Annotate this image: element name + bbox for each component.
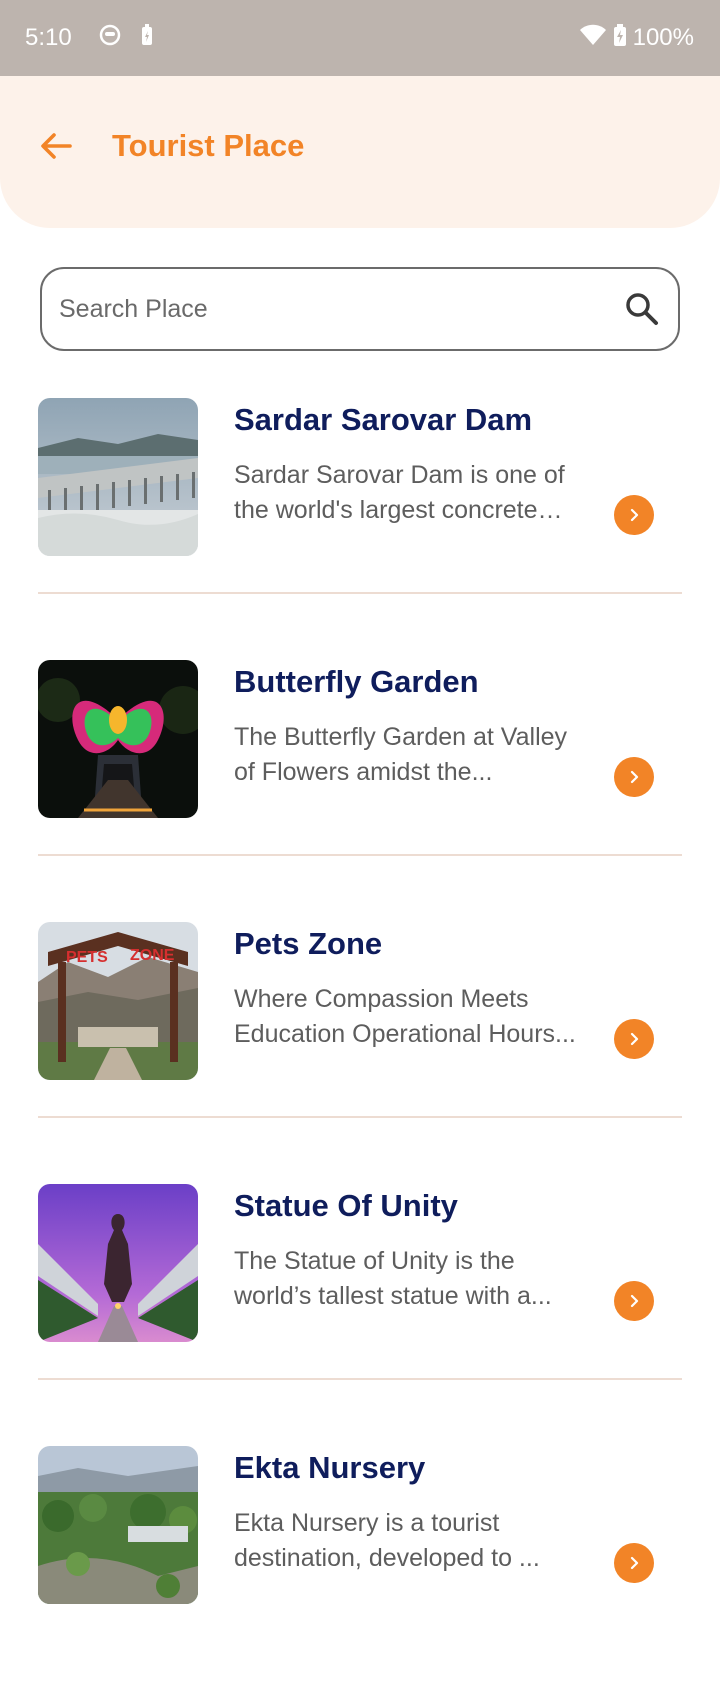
status-right: 100% xyxy=(579,23,694,54)
list-item-sardar-sarovar-dam[interactable]: Sardar Sarovar Dam Sardar Sarovar Dam is… xyxy=(38,398,682,660)
place-title: Statue Of Unity xyxy=(234,1188,458,1223)
place-title: Pets Zone xyxy=(234,926,383,961)
place-description: The Butterfly Garden at Valley of Flower… xyxy=(234,723,568,786)
chevron-right-icon xyxy=(630,770,639,784)
status-time: 5:10 xyxy=(25,24,72,51)
app-header: Tourist Place xyxy=(0,76,720,228)
page-title: Tourist Place xyxy=(112,128,305,163)
place-title: Sardar Sarovar Dam xyxy=(234,402,533,437)
divider xyxy=(38,1378,682,1380)
list-item-butterfly-garden[interactable]: Butterfly Garden The Butterfly Garden at… xyxy=(38,660,682,922)
chevron-right-icon xyxy=(630,1032,639,1046)
chevron-right-icon xyxy=(630,1294,639,1308)
list-item-ekta-nursery[interactable]: Ekta Nursery Ekta Nursery is a tourist d… xyxy=(38,1446,682,1708)
battery-saver-icon xyxy=(140,23,154,54)
wifi-icon xyxy=(579,24,607,53)
open-place-button[interactable] xyxy=(614,495,654,535)
chevron-right-icon xyxy=(630,508,639,522)
notification-app-icon xyxy=(98,23,122,54)
list-item-statue-of-unity[interactable]: Statue Of Unity The Statue of Unity is t… xyxy=(38,1184,682,1446)
search-bar xyxy=(40,267,680,351)
back-button[interactable] xyxy=(32,122,80,170)
divider xyxy=(38,1116,682,1118)
status-bar: 5:10 100% xyxy=(0,0,720,76)
list-item-pets-zone[interactable]: PETS ZONE Pets Zone Where Compassion Mee… xyxy=(38,922,682,1184)
divider xyxy=(38,592,682,594)
divider xyxy=(38,854,682,856)
search-icon xyxy=(626,293,658,325)
place-thumbnail-butterfly xyxy=(38,660,198,818)
place-description: Where Compassion Meets Education Operati… xyxy=(234,985,576,1048)
place-thumbnail-dam xyxy=(38,398,198,556)
svg-text:PETS: PETS xyxy=(66,949,108,966)
open-place-button[interactable] xyxy=(614,1019,654,1059)
battery-percentage: 100% xyxy=(632,24,694,51)
place-description: Sardar Sarovar Dam is one of the world's… xyxy=(234,461,565,524)
search-button[interactable] xyxy=(622,289,662,329)
chevron-right-icon xyxy=(630,1556,639,1570)
search-input[interactable] xyxy=(57,293,601,325)
svg-text:ZONE: ZONE xyxy=(130,947,175,964)
place-title: Butterfly Garden xyxy=(234,664,479,699)
open-place-button[interactable] xyxy=(614,757,654,797)
open-place-button[interactable] xyxy=(614,1281,654,1321)
place-title: Ekta Nursery xyxy=(234,1450,426,1485)
open-place-button[interactable] xyxy=(614,1543,654,1583)
place-thumbnail-statue xyxy=(38,1184,198,1342)
battery-charging-icon xyxy=(613,23,627,54)
arrow-left-icon xyxy=(41,133,72,159)
place-description: Ekta Nursery is a tourist destination, d… xyxy=(234,1509,540,1572)
place-thumbnail-pets-zone: PETS ZONE xyxy=(38,922,198,1080)
place-thumbnail-nursery xyxy=(38,1446,198,1604)
place-description: The Statue of Unity is the world’s talle… xyxy=(234,1247,552,1310)
